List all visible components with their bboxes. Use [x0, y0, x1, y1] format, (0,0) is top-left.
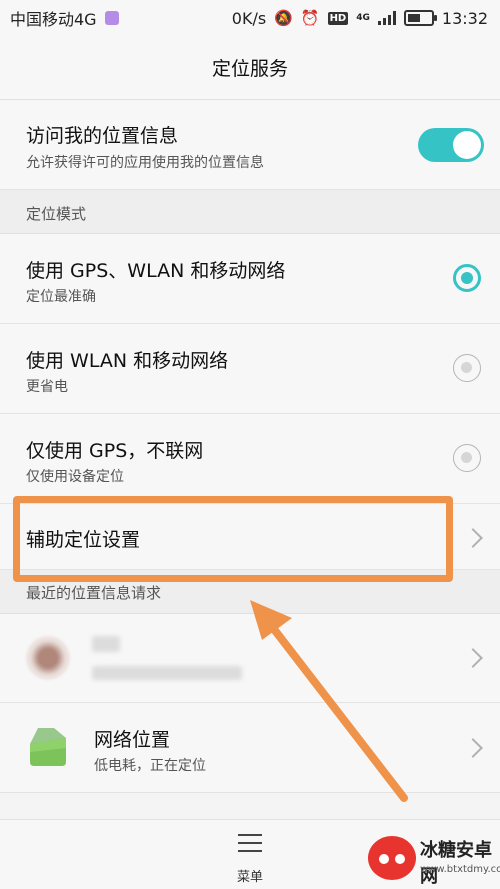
recent-item-title: 网络位置 [94, 729, 171, 751]
menu-button[interactable]: 菜单 [225, 832, 275, 886]
watermark-logo: 冰糖安卓网 www.btxtdmy.com [368, 826, 500, 889]
section-recent-label: 最近的位置信息请求 [26, 584, 162, 602]
battery-icon [403, 10, 437, 26]
mode-option-device-only[interactable]: 仅使用 GPS，不联网 仅使用设备定位 [0, 414, 500, 504]
mode-option-subtitle: 仅使用设备定位 [26, 469, 124, 485]
access-location-toggle[interactable] [418, 128, 484, 162]
mute-icon: 🔕 [274, 9, 293, 27]
blurred-app-name [92, 636, 120, 652]
mode-option-high-accuracy[interactable]: 使用 GPS、WLAN 和移动网络 定位最准确 [0, 234, 500, 324]
mode-option-subtitle: 定位最准确 [26, 289, 96, 305]
blurred-app-status [92, 666, 242, 680]
mode-option-title: 使用 WLAN 和移动网络 [26, 350, 229, 372]
blurred-app-icon [26, 636, 70, 680]
assist-location-settings-row[interactable]: 辅助定位设置 [0, 504, 500, 570]
alarm-icon: ⏰ [300, 9, 320, 27]
recent-item-subtitle: 低电耗，正在定位 [94, 758, 206, 774]
access-location-title: 访问我的位置信息 [26, 125, 179, 147]
chevron-right-icon [463, 528, 483, 548]
recent-request-item[interactable]: 网络位置 低电耗，正在定位 [0, 703, 500, 793]
carrier-label: 中国移动4G [10, 10, 97, 29]
network-type: 4G [356, 13, 370, 23]
recent-request-item[interactable] [0, 614, 500, 703]
signal-icon [377, 11, 396, 25]
mode-option-battery-saving[interactable]: 使用 WLAN 和移动网络 更省电 [0, 324, 500, 414]
radio-unselected-icon[interactable] [453, 444, 481, 472]
android-icon [30, 728, 66, 766]
section-header-mode: 定位模式 [0, 190, 500, 234]
watermark-mascot-icon [368, 836, 416, 880]
section-mode-label: 定位模式 [26, 205, 87, 223]
radio-selected-icon[interactable] [453, 264, 481, 292]
section-header-recent: 最近的位置信息请求 [0, 570, 500, 614]
hd-badge-icon: HD [327, 11, 349, 25]
mode-option-subtitle: 更省电 [26, 379, 68, 395]
watermark-url: www.btxtdmy.com [420, 864, 500, 875]
clock: 13:32 [441, 8, 488, 28]
watermark-title: 冰糖安卓网 [420, 840, 492, 887]
menu-label: 菜单 [236, 870, 263, 885]
gallery-notification-icon [104, 11, 119, 25]
access-location-subtitle: 允许获得许可的应用使用我的位置信息 [26, 155, 264, 171]
page-title: 定位服务 [211, 58, 288, 80]
assist-location-title: 辅助定位设置 [26, 529, 141, 551]
access-location-row[interactable]: 访问我的位置信息 允许获得许可的应用使用我的位置信息 [0, 101, 500, 190]
radio-unselected-icon[interactable] [453, 354, 481, 382]
status-bar: 中国移动4G 0K/s 🔕 ⏰ HD 4G 13:32 [0, 0, 500, 36]
chevron-right-icon [463, 738, 483, 758]
title-bar: 定位服务 [0, 36, 500, 100]
chevron-right-icon [463, 648, 483, 668]
network-speed: 0K/s [231, 8, 267, 28]
menu-icon [238, 834, 262, 852]
mode-option-title: 使用 GPS、WLAN 和移动网络 [26, 260, 286, 282]
mode-option-title: 仅使用 GPS，不联网 [26, 440, 204, 462]
